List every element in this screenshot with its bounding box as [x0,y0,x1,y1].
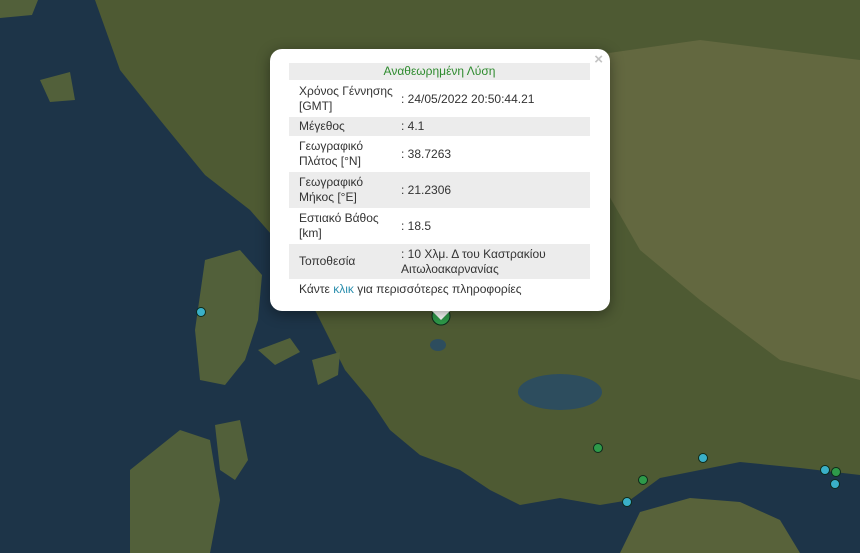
popup-footer: Κάντε κλικ για περισσότερες πληροφορίες [289,279,590,297]
more-info-link[interactable]: κλικ [333,282,354,296]
row-value: : 10 Χλμ. Δ του Καστρακίου Αιτωλοακαρναν… [401,246,546,276]
popup-table: Αναθεωρημένη Λύση Χρόνος Γέννησης [GMT] … [289,63,590,297]
row-value: : 24/05/2022 20:50:44.21 [401,91,535,106]
row-label: Μέγεθος [299,119,345,133]
row-label: Τοποθεσία [299,254,356,268]
close-icon[interactable]: × [594,52,603,68]
row-value: : 21.2306 [401,182,452,197]
lake-small [430,339,446,351]
earthquake-marker[interactable] [820,465,830,475]
row-latitude: Γεωγραφικό Πλάτος [°N] : 38.7263 [289,136,590,172]
earthquake-popup: × Αναθεωρημένη Λύση Χρόνος Γέννησης [GMT… [270,49,610,311]
row-magnitude: Μέγεθος : 4.1 [289,117,590,136]
row-location: Τοποθεσία : 10 Χλμ. Δ του Καστρακίου Αιτ… [289,244,590,279]
row-label: Χρόνος Γέννησης [GMT] [299,84,393,113]
row-depth: Εστιακό Βάθος [km] : 18.5 [289,208,590,244]
earthquake-marker[interactable] [830,479,840,489]
row-value: : 4.1 [401,119,425,133]
earthquake-marker[interactable] [622,497,632,507]
row-label: Γεωγραφικό Μήκος [°E] [299,175,364,204]
row-value: : 38.7263 [401,146,452,161]
earthquake-marker[interactable] [698,453,708,463]
row-longitude: Γεωγραφικό Μήκος [°E] : 21.2306 [289,172,590,208]
row-origin-time: Χρόνος Γέννησης [GMT] : 24/05/2022 20:50… [289,81,590,117]
row-label: Γεωγραφικό Πλάτος [°N] [299,139,364,168]
earthquake-marker[interactable] [593,443,603,453]
row-label: Εστιακό Βάθος [km] [299,211,379,240]
earthquake-marker[interactable] [831,467,841,477]
row-value: : 18.5 [401,218,432,233]
earthquake-marker[interactable] [196,307,206,317]
earthquake-marker[interactable] [638,475,648,485]
footer-text-after: για περισσότερες πληροφορίες [353,282,522,296]
popup-title: Αναθεωρημένη Λύση [289,63,590,80]
lake-trichonida [518,374,602,410]
footer-text-before: Κάντε [299,282,334,296]
